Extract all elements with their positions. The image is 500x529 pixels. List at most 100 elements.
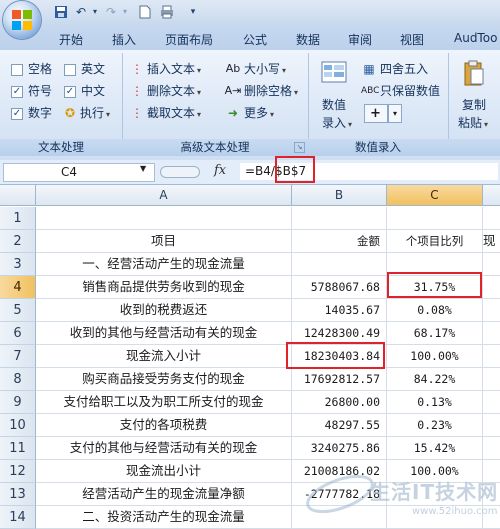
row-header[interactable]: 11 [0,437,36,460]
value-entry-line1[interactable]: 数值 [322,97,346,113]
name-box-dropdown-icon[interactable]: ▼ [140,164,146,173]
cell-d[interactable] [483,414,500,437]
dialog-launcher-icon[interactable]: ↘ [294,142,305,153]
row-header[interactable]: 3 [0,253,36,276]
cell-c[interactable] [387,207,483,230]
row-header[interactable]: 5 [0,299,36,322]
cell-a[interactable]: 支付的各项税费 [36,414,292,437]
delete-text-button[interactable]: 删除文本 ▾ [147,83,201,101]
column-header-c[interactable]: C [387,185,483,206]
cell-b[interactable] [292,207,387,230]
cell-c[interactable] [387,483,483,506]
cell-c[interactable]: 100.00% [387,345,483,368]
copy-label[interactable]: 复制 [462,97,486,113]
cell-b[interactable] [292,506,387,529]
cell-d[interactable] [483,299,500,322]
tab-home[interactable]: 开始 [59,31,83,48]
undo-icon[interactable]: ↶ [74,5,88,19]
checkbox-symbol[interactable]: ✓ [11,86,23,98]
cell-d[interactable] [483,437,500,460]
cell-d[interactable] [483,368,500,391]
checkbox-english[interactable] [64,64,76,76]
checkbox-number[interactable]: ✓ [11,108,23,120]
row-header[interactable]: 6 [0,322,36,345]
customize-toolbar-icon[interactable]: ▾ [186,5,200,19]
save-icon[interactable] [54,5,68,19]
row-header[interactable]: 8 [0,368,36,391]
cell-c[interactable]: 0.23% [387,414,483,437]
row-header[interactable]: 9 [0,391,36,414]
row-header[interactable]: 14 [0,506,36,529]
cell-c[interactable]: 0.08% [387,299,483,322]
row-header[interactable]: 2 [0,230,36,253]
checkbox-chinese[interactable]: ✓ [64,86,76,98]
row-header[interactable]: 10 [0,414,36,437]
cell-d[interactable] [483,345,500,368]
print-icon[interactable] [160,5,174,19]
cell-c[interactable]: 0.13% [387,391,483,414]
cell-a[interactable]: 收到的其他与经营活动有关的现金 [36,322,292,345]
cell-a[interactable]: 支付的其他与经营活动有关的现金 [36,437,292,460]
column-header-d[interactable] [483,185,500,206]
redo-icon[interactable]: ↷ [104,5,118,19]
name-box[interactable]: C4 [3,163,155,182]
copy-paste-button[interactable]: 粘贴 ▾ [458,115,488,133]
cell-d[interactable] [483,506,500,529]
keep-value-button[interactable]: 只保留数值 [380,83,440,99]
cell-d[interactable] [483,483,500,506]
formula-input[interactable]: =B4/$B$7 [240,163,498,180]
cell-a[interactable]: 销售商品提供劳务收到的现金 [36,276,292,299]
cell-a[interactable]: 现金流入小计 [36,345,292,368]
cell-b[interactable]: 18230403.84 [292,345,387,368]
formula-bar-splitter[interactable] [160,166,200,178]
cell-c[interactable]: 15.42% [387,437,483,460]
tab-formulas[interactable]: 公式 [243,31,267,48]
redo-dropdown-icon[interactable]: ▾ [118,5,132,19]
cell-a[interactable]: 项目 [36,230,292,253]
cell-b[interactable]: 14035.67 [292,299,387,322]
tab-view[interactable]: 视图 [400,31,424,48]
select-all-corner[interactable] [0,185,36,206]
add-sign-dropdown-icon[interactable]: ▾ [388,104,402,123]
cell-a[interactable]: 一、经营活动产生的现金流量 [36,253,292,276]
more-button[interactable]: 更多 ▾ [244,105,274,123]
round-button[interactable]: 四舍五入 [380,61,428,77]
cell-b[interactable]: 5788067.68 [292,276,387,299]
cell-a[interactable]: 现金流出小计 [36,460,292,483]
insert-function-icon[interactable]: fx [214,163,226,178]
new-document-icon[interactable] [138,5,152,19]
cell-d[interactable] [483,391,500,414]
tab-data[interactable]: 数据 [296,31,320,48]
tab-insert[interactable]: 插入 [112,31,136,48]
cell-b[interactable]: -2777782.18 [292,483,387,506]
column-header-a[interactable]: A [36,185,292,206]
cell-d[interactable] [483,253,500,276]
row-header[interactable]: 7 [0,345,36,368]
cell-b[interactable]: 17692812.57 [292,368,387,391]
column-header-b[interactable]: B [292,185,387,206]
insert-text-button[interactable]: 插入文本 ▾ [147,61,201,79]
row-header[interactable]: 13 [0,483,36,506]
add-sign-button[interactable]: + [364,104,388,123]
cell-c[interactable]: 84.22% [387,368,483,391]
tab-audtool[interactable]: AudToo [454,31,497,45]
cell-a[interactable]: 收到的税费返还 [36,299,292,322]
row-header[interactable]: 12 [0,460,36,483]
undo-dropdown-icon[interactable]: ▾ [88,5,102,19]
extract-text-button[interactable]: 截取文本 ▾ [147,105,201,123]
cell-a[interactable]: 二、投资活动产生的现金流量 [36,506,292,529]
cell-d[interactable]: 现 [483,230,500,253]
cell-b[interactable] [292,253,387,276]
checkbox-space[interactable] [11,64,23,76]
cell-c[interactable]: 68.17% [387,322,483,345]
cell-b[interactable]: 26800.00 [292,391,387,414]
cell-a[interactable] [36,207,292,230]
delete-space-button[interactable]: 删除空格 ▾ [244,83,298,101]
cell-c[interactable] [387,253,483,276]
tab-page-layout[interactable]: 页面布局 [165,31,213,48]
execute-button[interactable]: 执行 ▾ [80,105,110,123]
cell-c[interactable]: 个项目比列 [387,230,483,253]
office-button[interactable] [3,1,41,39]
row-header[interactable]: 4 [0,276,36,299]
cell-a[interactable]: 经营活动产生的现金流量净额 [36,483,292,506]
